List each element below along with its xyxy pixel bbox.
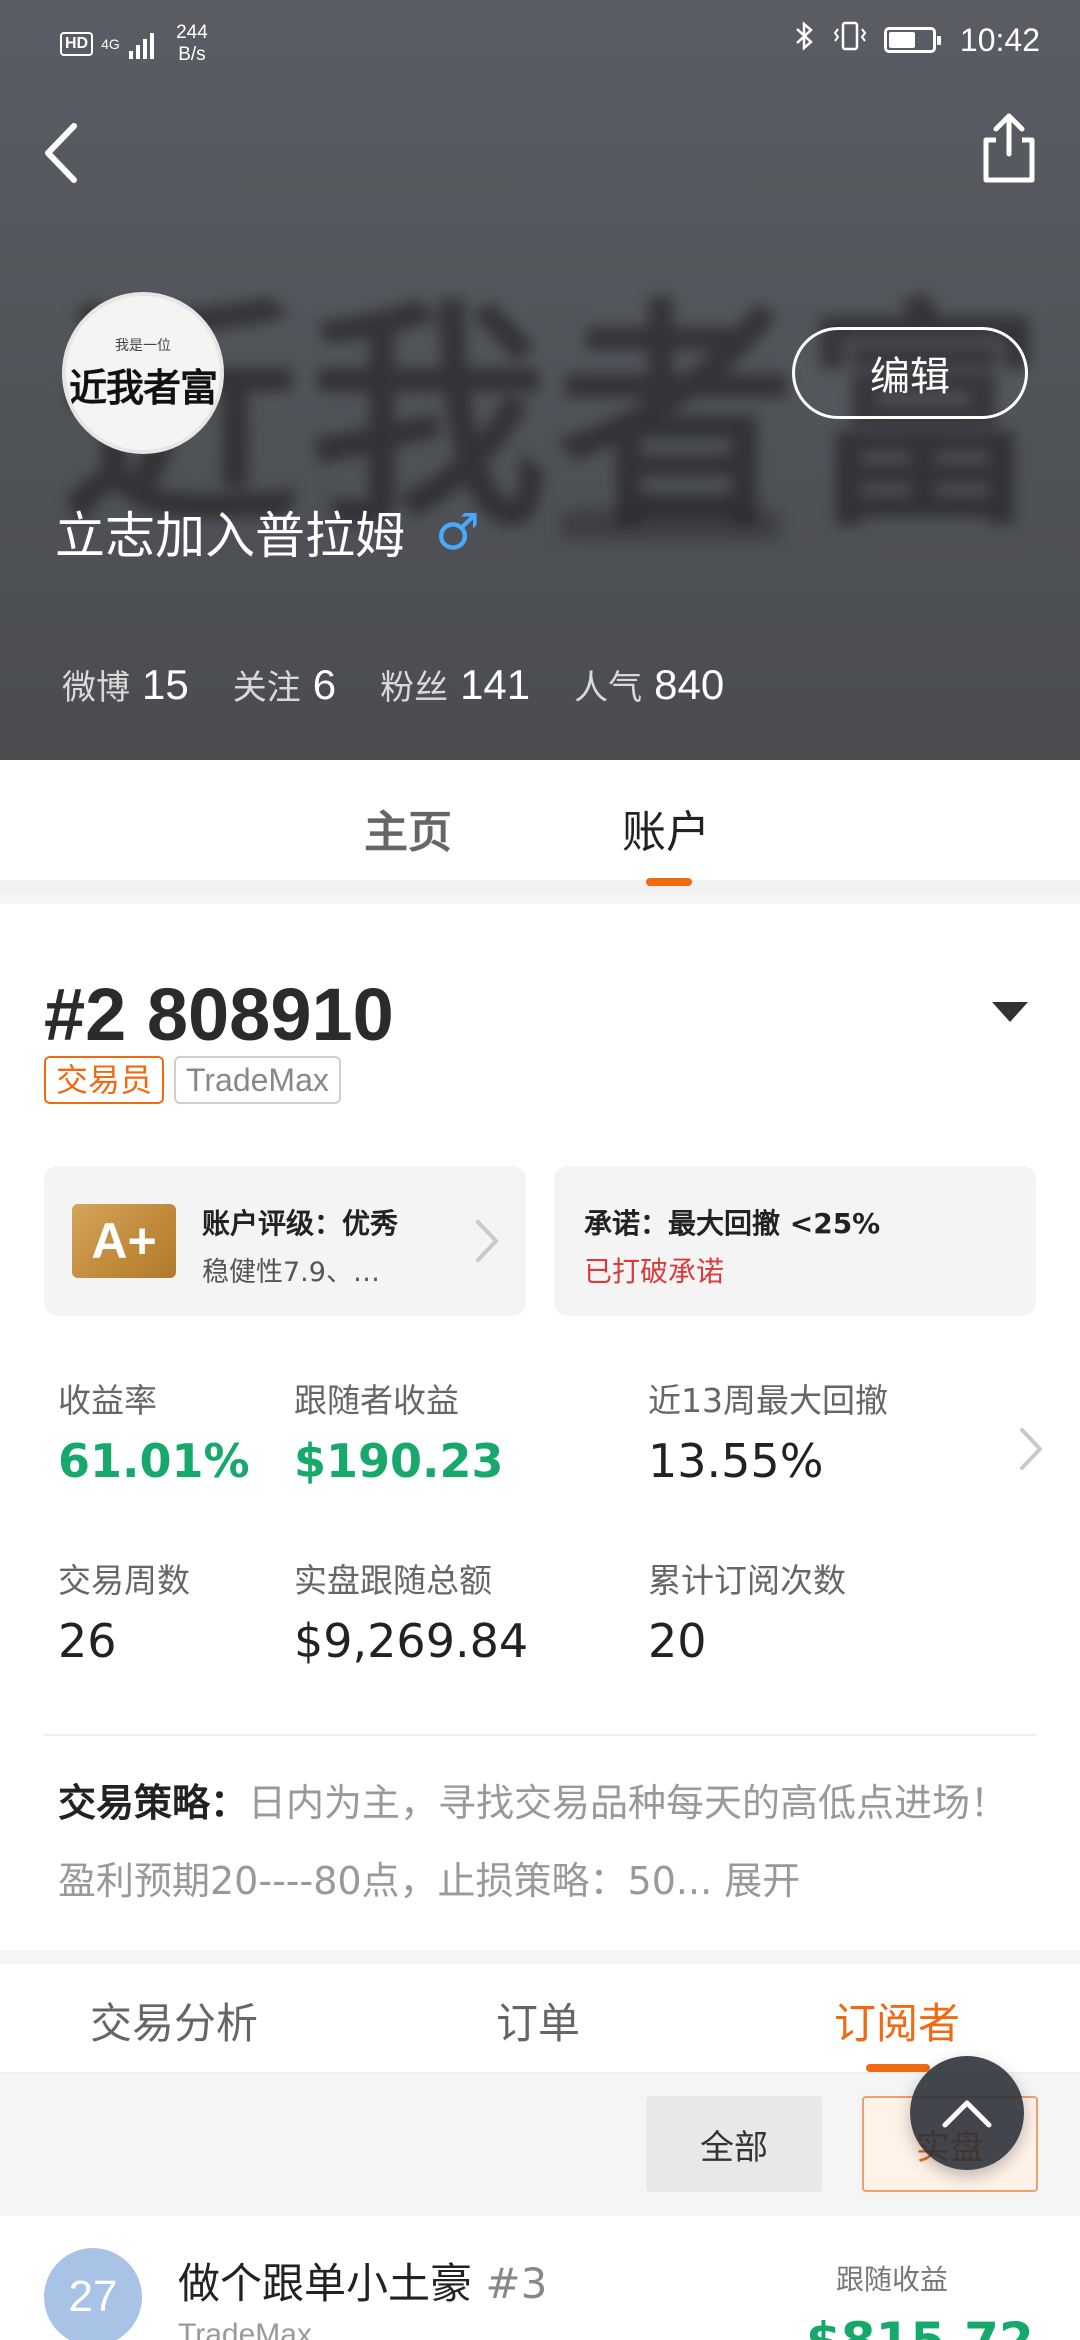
tab-subscribers[interactable]: 订阅者	[834, 1990, 960, 2051]
stat-following[interactable]: 关注 6	[233, 660, 336, 709]
network-speed: 244 B/s	[176, 22, 208, 66]
status-bar-left: HD 4G 244 B/s	[60, 22, 208, 66]
stat-value: 15	[142, 661, 189, 708]
share-button[interactable]	[974, 110, 1044, 190]
battery-icon	[883, 27, 941, 53]
rating-subtitle: 稳健性7.9、…	[202, 1257, 380, 1288]
bluetooth-icon	[794, 20, 816, 60]
stat-label: 微博	[62, 668, 130, 708]
male-gender-icon: ♂	[435, 503, 480, 561]
metric-follower-income: 跟随者收益 $190.23	[294, 1374, 504, 1488]
avatar-main-text: 近我者富	[68, 365, 218, 410]
strategy-label: 交易策略：	[58, 1781, 249, 1825]
metric-label: 跟随者收益	[294, 1381, 459, 1420]
section-divider	[44, 1734, 1036, 1736]
subscriber-rank: #3	[485, 2259, 548, 2308]
edit-profile-button[interactable]: 编辑	[792, 327, 1028, 419]
account-metrics[interactable]: 收益率 61.01% 跟随者收益 $190.23 近13周最大回撤 13.55%…	[0, 1374, 1080, 1734]
stat-followers[interactable]: 粉丝 141	[380, 660, 530, 709]
back-button[interactable]	[36, 118, 96, 188]
triangle-down-icon[interactable]	[992, 1002, 1028, 1022]
metric-follow-total: 实盘跟随总额 $9,269.84	[294, 1554, 528, 1668]
metric-value: 26	[58, 1614, 117, 1668]
header-background-decoration	[560, 510, 780, 540]
drawdown-promise-card: 承诺：最大回撤 <25% 已打破承诺	[554, 1166, 1036, 1316]
filter-all-button[interactable]: 全部	[646, 2096, 822, 2192]
promise-status: 已打破承诺	[584, 1255, 725, 1288]
subscriber-avatar: 27	[44, 2248, 142, 2340]
metric-value: $190.23	[294, 1434, 504, 1488]
metric-label: 收益率	[58, 1381, 157, 1420]
stat-label: 人气	[574, 668, 643, 708]
metric-value: $9,269.84	[294, 1614, 529, 1668]
signal-icon	[129, 29, 155, 59]
subscriber-income-value: $815.72	[806, 2312, 1034, 2340]
metric-return-rate: 收益率 61.01%	[58, 1374, 250, 1488]
chevron-right-icon	[472, 1216, 502, 1270]
tab-trade-analysis[interactable]: 交易分析	[90, 1990, 258, 2051]
stat-value: 6	[312, 661, 337, 708]
metric-label: 实盘跟随总额	[294, 1561, 492, 1600]
chevron-right-icon	[1016, 1424, 1046, 1478]
metric-max-drawdown: 近13周最大回撤 13.55%	[648, 1374, 888, 1488]
tab-account[interactable]: 账户	[622, 796, 710, 860]
metric-trade-weeks: 交易周数 26	[58, 1554, 190, 1668]
profile-stats: 微博 15 关注 6 粉丝 141 人气 840	[62, 660, 724, 709]
share-icon	[983, 113, 1035, 183]
rating-title: 账户评级：优秀	[202, 1207, 399, 1240]
platform-tag: TradeMax	[174, 1056, 341, 1104]
active-tab-indicator	[866, 2064, 930, 2072]
account-section: #2 808910 交易员 TradeMax A+ 账户评级：优秀 稳健性7.9…	[0, 904, 1080, 1950]
scroll-to-top-button[interactable]	[910, 2056, 1024, 2170]
stat-weibo[interactable]: 微博 15	[62, 660, 189, 709]
metric-value: 20	[648, 1614, 707, 1668]
speed-unit: B/s	[178, 44, 206, 65]
clock: 10:42	[959, 21, 1040, 58]
network-type: 4G	[101, 36, 120, 52]
account-tags: 交易员 TradeMax	[44, 1056, 341, 1104]
rating-badge: A+	[72, 1204, 176, 1278]
back-arrow-icon	[45, 123, 77, 183]
speed-value: 244	[176, 22, 208, 43]
user-name-row: 立志加入普拉姆 ♂	[55, 496, 480, 568]
subscriber-name: 做个跟单小土豪	[178, 2259, 473, 2308]
stat-value: 840	[654, 661, 725, 708]
hd-indicator: HD	[60, 32, 94, 56]
status-bar-right: 10:42	[794, 20, 1040, 60]
promise-title: 承诺：最大回撤 <25%	[584, 1207, 881, 1240]
metric-label: 交易周数	[58, 1561, 190, 1600]
subscriber-income-label: 跟随收益	[836, 2263, 949, 2296]
profile-header: HD 近我者富 HD 4G 244 B/s	[0, 0, 1080, 760]
metric-label: 累计订阅次数	[648, 1561, 846, 1600]
account-number: #2 808910	[44, 973, 394, 1056]
app-root: HD 近我者富 HD 4G 244 B/s	[0, 0, 1080, 2340]
trading-strategy: 交易策略：日内为主，寻找交易品种每天的高低点进场！盈利预期20----80点，止…	[58, 1764, 1038, 1920]
subscriber-list-item[interactable]: 27 做个跟单小土豪 #3 TradeMax 跟随收益 $815.72	[0, 2216, 1080, 2340]
status-bar: HD 4G 244 B/s 10:42	[0, 0, 1080, 80]
role-tag: 交易员	[44, 1056, 165, 1104]
subscriber-name-row: 做个跟单小土豪 #3	[178, 2250, 547, 2311]
vibrate-icon	[832, 20, 868, 60]
tab-home[interactable]: 主页	[364, 796, 452, 860]
metric-value: 61.01%	[58, 1434, 250, 1488]
expand-strategy-link[interactable]: 展开	[724, 1859, 800, 1903]
subscriber-platform: TradeMax	[178, 2318, 312, 2340]
chevron-up-icon	[942, 2100, 992, 2128]
active-tab-indicator	[646, 878, 692, 886]
avatar-top-text: 我是一位	[115, 337, 171, 354]
stat-label: 关注	[232, 668, 301, 708]
metric-subscription-count: 累计订阅次数 20	[648, 1554, 846, 1668]
stat-popularity: 人气 840	[574, 660, 724, 709]
metric-label: 近13周最大回撤	[648, 1381, 888, 1420]
account-rating-card[interactable]: A+ 账户评级：优秀 稳健性7.9、…	[44, 1166, 526, 1316]
user-name: 立志加入普拉姆	[55, 507, 405, 565]
tab-orders[interactable]: 订单	[496, 1990, 580, 2051]
stat-value: 141	[460, 661, 531, 708]
profile-tabs: 主页 账户	[0, 760, 1080, 892]
metric-value: 13.55%	[648, 1434, 824, 1488]
detail-tabs: 交易分析 订单 订阅者	[0, 1964, 1080, 2074]
stat-label: 粉丝	[380, 668, 449, 708]
profile-avatar[interactable]: 我是一位 近我者富	[62, 292, 224, 454]
